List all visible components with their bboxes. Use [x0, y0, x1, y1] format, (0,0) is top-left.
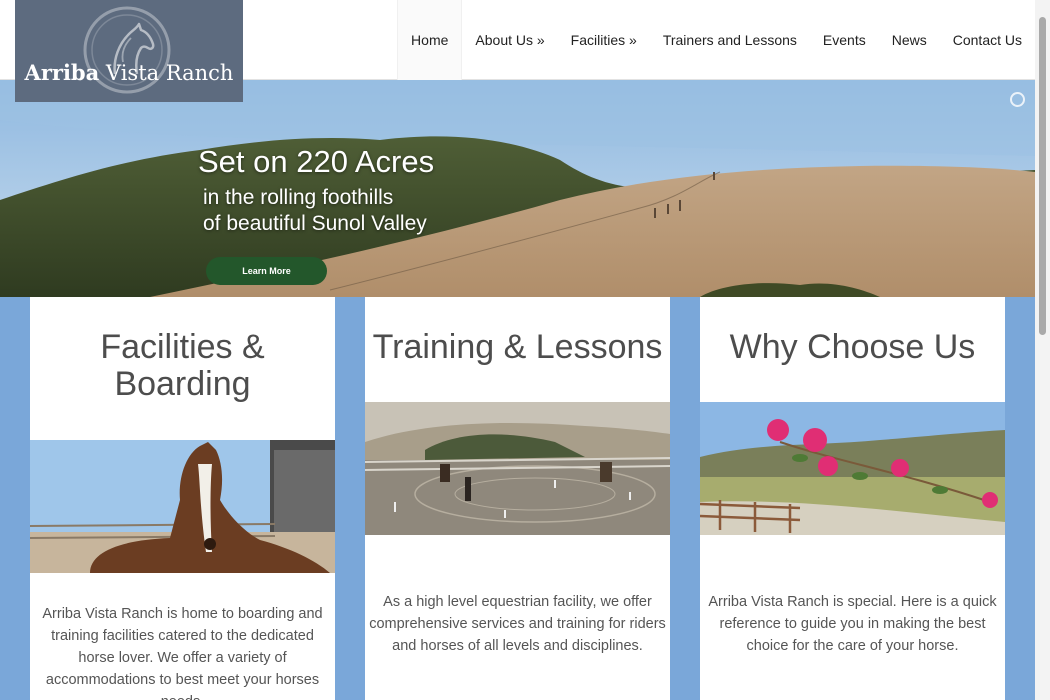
card-description: Arriba Vista Ranch is special. Here is a… [708, 594, 997, 654]
hero-banner: Set on 220 Acres in the rolling foothill… [0, 80, 1035, 297]
arena-photo [365, 402, 670, 535]
hero-title: Set on 220 Acres [198, 144, 435, 179]
site-logo[interactable]: Arriba Vista Ranch [15, 0, 243, 102]
facilities-boarding-card: Facilities & Boarding Arriba Vista Ranch… [30, 297, 335, 700]
card-title: Why Choose Us [729, 328, 976, 366]
nav-facilities[interactable]: Facilities » [558, 0, 650, 80]
scrollbar-thumb[interactable] [1039, 17, 1046, 335]
nav-home[interactable]: Home [397, 0, 463, 80]
card-description: As a high level equestrian facility, we … [369, 594, 666, 654]
card-title: Training & Lessons [372, 328, 663, 366]
card-description: Arriba Vista Ranch is home to boarding a… [42, 606, 323, 700]
horse-photo [30, 440, 335, 573]
nav-about-us[interactable]: About Us » [462, 0, 557, 80]
nav-events[interactable]: Events [810, 0, 879, 80]
nav-contact-us[interactable]: Contact Us [940, 0, 1035, 80]
training-lessons-card: Training & Lessons As a high level eques… [365, 297, 670, 700]
hero-subtitle-line2: of beautiful Sunol Valley [203, 212, 427, 235]
hero-subtitle-line1: in the rolling foothills [203, 186, 394, 209]
page-scrollbar[interactable] [1035, 0, 1050, 700]
slider-dot-icon[interactable] [1010, 92, 1025, 107]
logo-text: Arriba Vista Ranch [24, 60, 234, 85]
hero-landscape-image [0, 80, 1035, 297]
nav-news[interactable]: News [879, 0, 940, 80]
why-choose-us-card: Why Choose Us Arriba Vista Ranch is spec… [700, 297, 1005, 700]
main-nav: Home About Us » Facilities » Trainers an… [397, 0, 1035, 80]
card-title: Facilities & Boarding [100, 328, 265, 403]
learn-more-button[interactable]: Learn More [206, 257, 327, 285]
flowers-photo [700, 402, 1005, 535]
nav-trainers-and-lessons[interactable]: Trainers and Lessons [650, 0, 810, 80]
